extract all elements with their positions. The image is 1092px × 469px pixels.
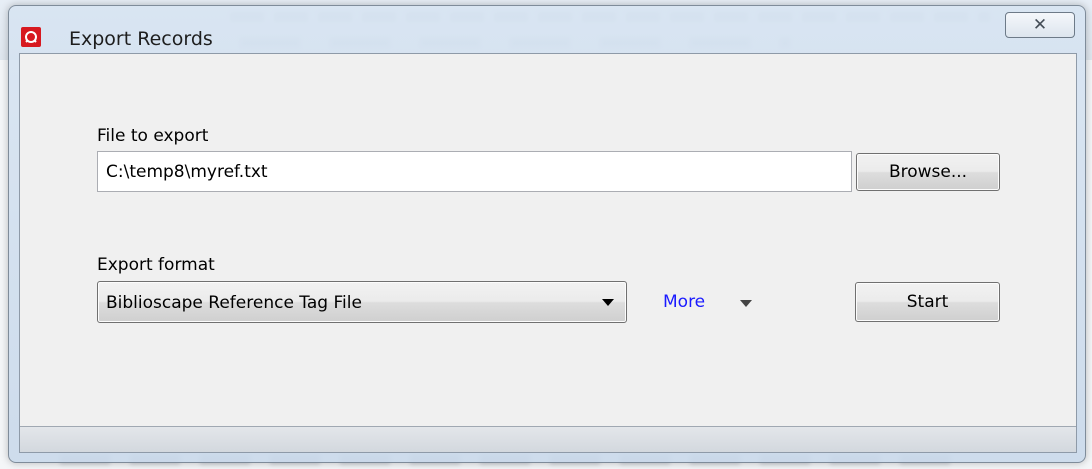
file-path-input[interactable] (97, 151, 852, 192)
dialog-title: Export Records (69, 28, 213, 50)
dialog-content: File to export Browse... Export format B… (19, 53, 1077, 453)
export-format-select[interactable]: Biblioscape Reference Tag File (97, 281, 627, 323)
file-to-export-label: File to export (97, 126, 209, 146)
status-bar (20, 426, 1076, 452)
close-button[interactable]: ✕ (1005, 12, 1075, 38)
browse-button[interactable]: Browse... (856, 153, 1000, 191)
close-icon: ✕ (1032, 15, 1048, 35)
more-dropdown-arrow-icon[interactable] (740, 300, 752, 307)
export-format-selected-value: Biblioscape Reference Tag File (106, 293, 362, 313)
start-button[interactable]: Start (855, 282, 1000, 322)
more-link[interactable]: More (663, 292, 705, 312)
biblioscape-logo-icon (21, 27, 41, 47)
dropdown-arrow-icon (602, 299, 614, 306)
title-bar[interactable]: Export Records ✕ (9, 6, 1085, 56)
export-records-dialog: Export Records ✕ File to export Browse..… (8, 5, 1086, 463)
export-format-label: Export format (97, 255, 215, 275)
